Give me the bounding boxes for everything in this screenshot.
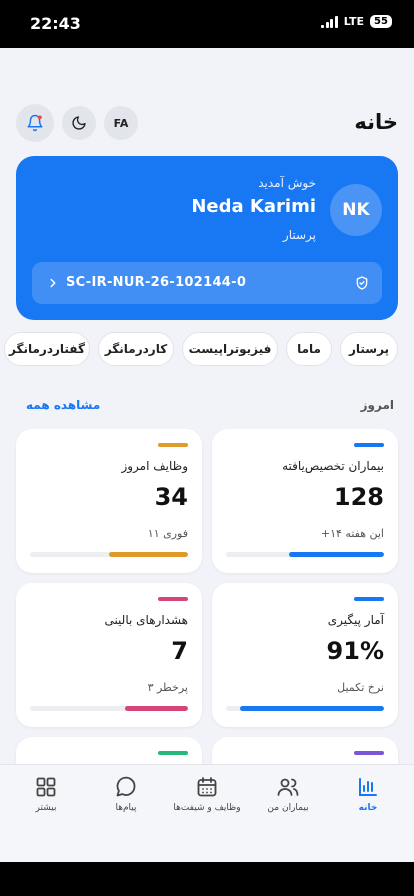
card-accent xyxy=(354,597,384,601)
card-value: 7 xyxy=(171,637,188,665)
home-indicator-area xyxy=(0,862,414,896)
users-icon xyxy=(277,778,299,796)
tab-label: بیماران من xyxy=(267,803,309,813)
today-section-header: امروز مشاهده همه xyxy=(0,396,414,416)
tab-home[interactable]: خانه xyxy=(327,775,409,825)
role-chip-speech-therapist[interactable]: گفتاردرمانگر xyxy=(4,332,90,366)
dark-mode-button[interactable] xyxy=(62,106,96,140)
card-value: 128 xyxy=(333,483,384,511)
tab-tasks-shifts[interactable]: وظایف و شیفت‌ها xyxy=(166,775,248,825)
card-value: 34 xyxy=(154,483,188,511)
tab-label: وظایف و شیفت‌ها xyxy=(173,803,241,813)
chevron-right-icon xyxy=(50,278,56,288)
calendar-icon xyxy=(197,777,217,797)
notifications-button[interactable] xyxy=(16,104,54,142)
card-subtitle: ۳ پرخطر xyxy=(147,681,188,694)
stat-card-today-tasks[interactable]: وظایف امروز 34 ۱۱ فوری xyxy=(16,429,202,573)
language-button[interactable]: FA xyxy=(104,106,138,140)
card-accent xyxy=(354,751,384,755)
chart-icon xyxy=(359,778,377,796)
card-progress-fill xyxy=(109,552,188,557)
role-chip-nurse[interactable]: پرستار xyxy=(340,332,398,366)
welcome-card: NK خوش آمدید Neda Karimi پرستار SC-IR-NU… xyxy=(16,156,398,320)
user-role: پرستار xyxy=(282,228,316,242)
tab-label: پیام‌ها xyxy=(115,803,137,813)
card-progress-track xyxy=(226,552,384,557)
status-indicators: LTE 55 xyxy=(321,15,392,28)
app-screen: خانه FA NK خوش آمدید Neda Karimi پرستار … xyxy=(0,48,414,862)
card-accent xyxy=(158,443,188,447)
card-accent xyxy=(354,443,384,447)
card-title: وظایف امروز xyxy=(121,459,188,473)
chat-icon xyxy=(116,776,136,797)
card-progress-track xyxy=(30,552,188,557)
stat-card-assigned-patients[interactable]: بیماران تخصیص‌یافته 128 +۱۴ این هفته xyxy=(212,429,398,573)
card-accent xyxy=(158,597,188,601)
staff-id: SC-IR-NUR-26-102144-0 xyxy=(66,275,247,290)
card-accent xyxy=(158,751,188,755)
battery-icon: 55 xyxy=(370,15,392,28)
card-subtitle: نرخ تکمیل xyxy=(337,681,384,694)
see-all-link[interactable]: مشاهده همه xyxy=(26,398,100,412)
card-progress-fill xyxy=(124,706,188,711)
status-time: 22:43 xyxy=(30,14,81,33)
card-progress-fill xyxy=(289,552,384,557)
tab-messages[interactable]: پیام‌ها xyxy=(85,775,167,825)
role-chip-occupational-therapist[interactable]: کاردرمانگر xyxy=(98,332,174,366)
role-chip-midwife[interactable]: ماما xyxy=(286,332,332,366)
card-progress-track xyxy=(226,706,384,711)
stat-card-clinical-alerts[interactable]: هشدارهای بالینی 7 ۳ پرخطر xyxy=(16,583,202,727)
status-bar: 22:43 LTE 55 xyxy=(0,0,414,48)
greeting-text: خوش آمدید xyxy=(258,176,316,190)
avatar[interactable]: NK xyxy=(330,184,382,236)
bottom-tab-bar: خانه بیماران من وظایف و شیفت‌ها پیام‌ها … xyxy=(0,764,414,862)
shield-check-icon xyxy=(356,276,368,290)
grid-icon xyxy=(36,777,56,797)
role-chip-physiotherapist[interactable]: فیزیوتراپیست xyxy=(182,332,278,366)
tab-my-patients[interactable]: بیماران من xyxy=(247,775,329,825)
section-title: امروز xyxy=(360,398,394,412)
bell-icon xyxy=(27,114,43,132)
card-value: 91% xyxy=(326,637,384,665)
user-name: Neda Karimi xyxy=(191,196,316,217)
staff-id-bar[interactable]: SC-IR-NUR-26-102144-0 xyxy=(32,262,382,304)
card-title: بیماران تخصیص‌یافته xyxy=(282,459,384,473)
card-subtitle: +۱۴ این هفته xyxy=(320,527,384,540)
stat-card-followup-stats[interactable]: آمار پیگیری 91% نرخ تکمیل xyxy=(212,583,398,727)
header: خانه FA xyxy=(0,104,414,144)
role-chips: پرستار ماما فیزیوتراپیست کاردرمانگر گفتا… xyxy=(0,332,414,368)
card-subtitle: ۱۱ فوری xyxy=(147,527,188,540)
signal-icon xyxy=(321,15,338,28)
card-progress-fill xyxy=(240,706,384,711)
tab-label: خانه xyxy=(358,803,378,813)
moon-icon xyxy=(72,116,86,130)
network-type: LTE xyxy=(343,15,364,28)
card-title: آمار پیگیری xyxy=(327,613,384,627)
card-title: هشدارهای بالینی xyxy=(104,613,188,627)
tab-more[interactable]: بیشتر xyxy=(5,775,87,825)
card-progress-track xyxy=(30,706,188,711)
page-title: خانه xyxy=(354,110,398,134)
tab-label: بیشتر xyxy=(35,803,57,813)
